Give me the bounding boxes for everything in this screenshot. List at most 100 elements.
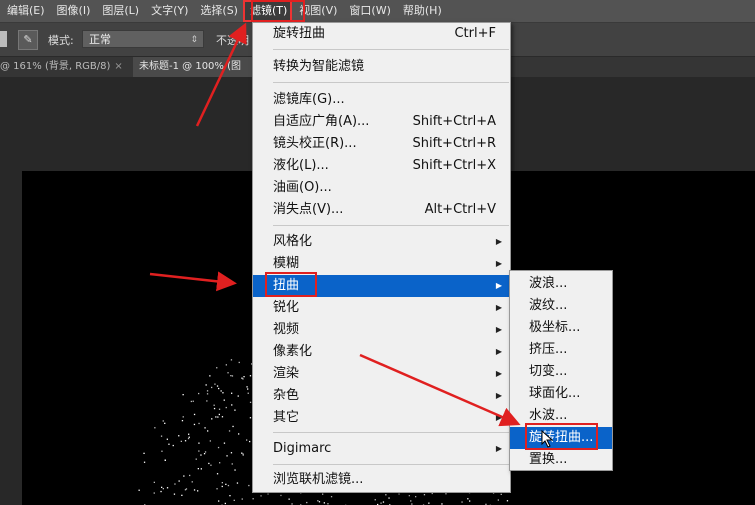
tab-label: @ 161% (背景, RGB/8) xyxy=(0,61,111,72)
noise-dot xyxy=(143,461,146,463)
noise-dot xyxy=(221,482,223,484)
noise-dot xyxy=(231,463,233,465)
menu-edit[interactable]: 编辑(E) xyxy=(0,0,50,22)
noise-dot xyxy=(500,493,502,495)
noise-dot xyxy=(467,498,469,500)
menu-item-blur[interactable]: 模糊 ▶ xyxy=(253,253,510,275)
submenu-item-shear[interactable]: 切变... xyxy=(510,361,612,383)
submenu-item-label: 旋转扭曲... xyxy=(529,430,594,445)
menu-item-convert-smart-filter[interactable]: 转换为智能滤镜 xyxy=(253,56,510,78)
menu-image[interactable]: 图像(I) xyxy=(50,0,96,22)
noise-dot xyxy=(173,493,176,495)
submenu-item-zigzag[interactable]: 水波... xyxy=(510,405,612,427)
noise-dot xyxy=(193,413,196,416)
noise-dot xyxy=(218,387,220,390)
submenu-item-displace[interactable]: 置换... xyxy=(510,449,612,471)
mode-select[interactable]: 正常 ⇕ xyxy=(82,30,204,48)
menu-item-last-filter[interactable]: 旋转扭曲 Ctrl+F xyxy=(253,23,510,45)
menu-item-shortcut: Ctrl+F xyxy=(454,26,496,41)
submenu-item-pinch[interactable]: 挤压... xyxy=(510,339,612,361)
menu-help[interactable]: 帮助(H) xyxy=(396,0,447,22)
noise-dot xyxy=(221,485,223,488)
noise-dot xyxy=(164,422,166,424)
submenu-item-ripple[interactable]: 波纹... xyxy=(510,295,612,317)
noise-dot xyxy=(249,375,252,377)
noise-dot xyxy=(206,400,208,402)
noise-dot xyxy=(238,361,240,364)
submenu-arrow-icon: ▶ xyxy=(495,444,502,453)
menu-item-distort[interactable]: 扭曲 ▶ xyxy=(253,275,510,297)
noise-dot xyxy=(228,430,231,432)
menu-item-digimarc[interactable]: Digimarc ▶ xyxy=(253,438,510,460)
menu-item-label: 转换为智能滤镜 xyxy=(273,59,365,74)
menu-item-label: 模糊 xyxy=(273,256,300,271)
noise-dot xyxy=(247,388,249,390)
menu-item-oil-paint[interactable]: 油画(O)... xyxy=(253,177,510,199)
noise-dot xyxy=(198,442,200,444)
tab-label: 未标题-1 @ 100% (图 xyxy=(139,61,241,72)
noise-dot xyxy=(410,500,412,502)
menu-select[interactable]: 选择(S) xyxy=(193,0,243,22)
noise-dot xyxy=(162,420,164,422)
noise-dot xyxy=(217,416,219,418)
noise-dot xyxy=(230,359,233,361)
menu-item-filter-gallery[interactable]: 滤镜库(G)... xyxy=(253,89,510,111)
menu-item-browse-filters-online[interactable]: 浏览联机滤镜... xyxy=(253,469,510,491)
menu-item-liquify[interactable]: 液化(L)... Shift+Ctrl+X xyxy=(253,155,510,177)
submenu-item-twirl[interactable]: 旋转扭曲... xyxy=(510,427,612,449)
brush-preset-icon[interactable]: ✎ xyxy=(18,30,38,50)
menu-item-label: 镜头校正(R)... xyxy=(273,136,357,151)
noise-dot xyxy=(231,404,233,406)
noise-dot xyxy=(197,490,199,492)
menu-item-pixelate[interactable]: 像素化 ▶ xyxy=(253,341,510,363)
menu-view[interactable]: 视图(V) xyxy=(292,0,342,22)
noise-dot xyxy=(236,482,239,484)
submenu-item-wave[interactable]: 波浪... xyxy=(510,273,612,295)
noise-dot xyxy=(189,474,191,477)
menu-item-sharpen[interactable]: 锐化 ▶ xyxy=(253,297,510,319)
mode-value: 正常 xyxy=(89,33,111,46)
menu-item-render[interactable]: 渲染 ▶ xyxy=(253,363,510,385)
noise-dot xyxy=(193,423,196,426)
noise-dot xyxy=(441,503,443,505)
tool-preset-stub[interactable] xyxy=(0,31,7,47)
noise-dot xyxy=(211,418,213,420)
menu-window[interactable]: 窗口(W) xyxy=(342,0,395,22)
noise-dot xyxy=(161,450,163,452)
tab-document-1[interactable]: @ 161% (背景, RGB/8) × xyxy=(0,57,132,77)
menu-item-video[interactable]: 视频 ▶ xyxy=(253,319,510,341)
noise-dot xyxy=(166,487,169,489)
menu-item-shortcut: Alt+Ctrl+V xyxy=(424,202,496,217)
noise-dot xyxy=(182,416,184,418)
menu-item-label: 滤镜库(G)... xyxy=(273,92,345,107)
mode-label: 模式: xyxy=(48,34,74,47)
menu-item-lens-correction[interactable]: 镜头校正(R)... Shift+Ctrl+R xyxy=(253,133,510,155)
menu-filter[interactable]: 滤镜(T) xyxy=(242,0,293,22)
submenu-arrow-icon: ▶ xyxy=(495,281,502,290)
menu-layer[interactable]: 图层(L) xyxy=(95,0,144,22)
noise-dot xyxy=(180,440,182,442)
noise-dot xyxy=(227,372,229,374)
noise-dot xyxy=(195,458,197,460)
menu-item-noise[interactable]: 杂色 ▶ xyxy=(253,385,510,407)
noise-dot xyxy=(190,400,192,403)
noise-dot xyxy=(234,409,236,411)
close-icon[interactable]: × xyxy=(114,61,122,72)
noise-dot xyxy=(415,496,417,498)
filter-menu: 旋转扭曲 Ctrl+F 转换为智能滤镜 滤镜库(G)... 自适应广角(A)..… xyxy=(252,22,511,493)
submenu-item-spherize[interactable]: 球面化... xyxy=(510,383,612,405)
noise-dot xyxy=(188,433,190,435)
noise-dot xyxy=(330,496,333,498)
noise-dot xyxy=(506,500,509,502)
noise-dot xyxy=(374,499,376,501)
menu-item-other[interactable]: 其它 ▶ xyxy=(253,407,510,429)
submenu-item-polar-coordinates[interactable]: 极坐标... xyxy=(510,317,612,339)
noise-dot xyxy=(218,500,220,502)
menu-item-vanishing-point[interactable]: 消失点(V)... Alt+Ctrl+V xyxy=(253,199,510,221)
menu-item-stylize[interactable]: 风格化 ▶ xyxy=(253,231,510,253)
menu-item-shortcut: Shift+Ctrl+R xyxy=(412,136,497,151)
menu-type[interactable]: 文字(Y) xyxy=(144,0,193,22)
menu-item-adaptive-wide-angle[interactable]: 自适应广角(A)... Shift+Ctrl+A xyxy=(253,111,510,133)
noise-dot xyxy=(461,501,463,503)
noise-dot xyxy=(230,452,233,454)
